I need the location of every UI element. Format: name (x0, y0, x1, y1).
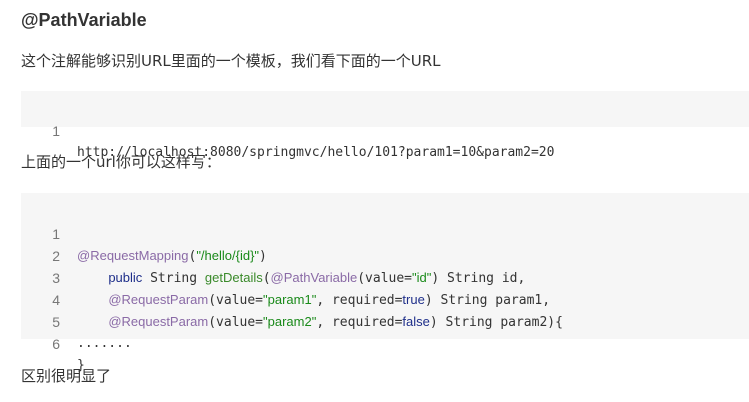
footer-paragraph: 区别很明显了 (21, 367, 112, 385)
code-line: 1 http://localhost:8080/springmvc/hello/… (21, 98, 749, 160)
code-line: 6 } (21, 311, 749, 373)
code-line: 2 public String getDetails(@PathVariable… (21, 223, 749, 286)
code-line: 3 @RequestParam(value="param1", required… (21, 245, 749, 308)
url-code-block: 1 http://localhost:8080/springmvc/hello/… (21, 91, 749, 160)
code-line: 4 @RequestParam(value="param2", required… (21, 267, 749, 330)
middle-paragraph: 上面的一个url你可以这样写： (21, 153, 221, 171)
intro-paragraph: 这个注解能够识别URL里面的一个模板，我们看下面的一个URL (21, 52, 441, 70)
line-number: 6 (52, 336, 60, 352)
section-heading: @PathVariable (21, 10, 147, 30)
ellipsis-token: ....... (77, 336, 132, 351)
code-line: 5 ....... (21, 289, 749, 351)
code-line: 1 @RequestMapping("/hello/{id}") (21, 201, 749, 264)
line-number: 1 (52, 123, 60, 139)
java-code-block: 1 @RequestMapping("/hello/{id}") 2 publi… (21, 193, 749, 373)
